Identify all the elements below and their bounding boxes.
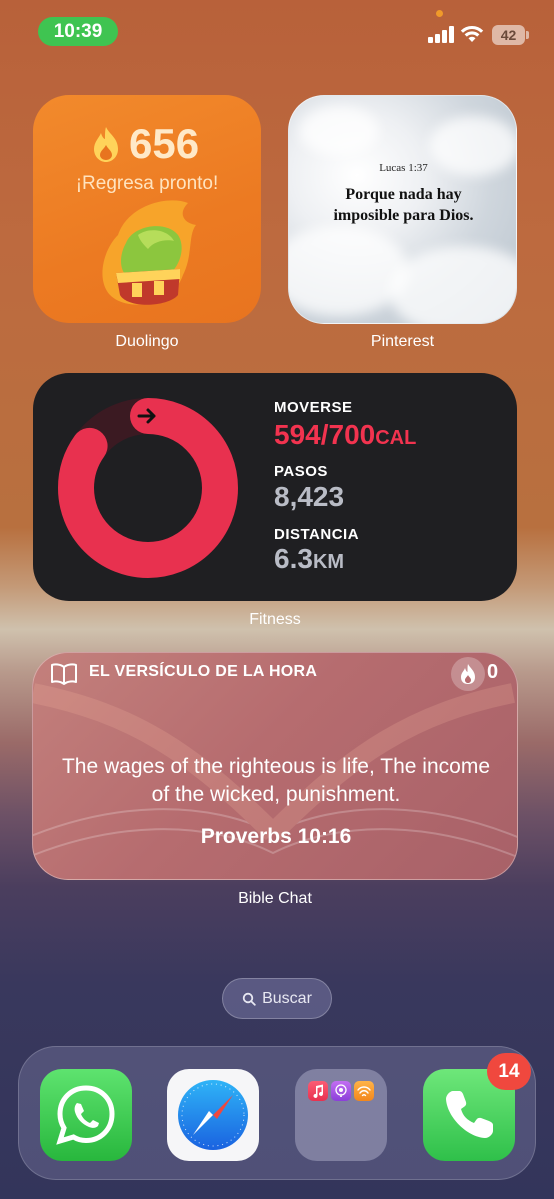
duolingo-widget[interactable]: 656 ¡Regresa pronto! xyxy=(33,95,261,323)
podcasts-app-mini-icon xyxy=(331,1081,351,1101)
wifi-icon xyxy=(460,25,484,42)
app-folder[interactable] xyxy=(295,1069,387,1161)
podcast-icon xyxy=(335,1084,347,1097)
bible-verse-text: The wages of the righteous is life, The … xyxy=(61,755,490,806)
move-ring xyxy=(58,398,238,578)
pinterest-quote: Porque nada hay imposible para Dios. xyxy=(309,184,498,226)
bible-streak-count: 0 xyxy=(487,661,499,683)
duolingo-character-icon xyxy=(102,200,196,305)
move-amount: 594/700 xyxy=(274,419,376,450)
search-icon xyxy=(242,992,256,1006)
audible-app-mini-icon xyxy=(354,1081,374,1101)
move-ring-progress xyxy=(58,398,238,578)
pinterest-widget[interactable]: Lucas 1:37 Porque nada hay imposible par… xyxy=(288,95,517,324)
pinterest-quote-line2: imposible para Dios. xyxy=(333,207,474,224)
distance-value: 6.3KM xyxy=(274,543,344,575)
flame-icon xyxy=(461,664,475,684)
distance-amount: 6.3 xyxy=(274,543,313,574)
search-label: Buscar xyxy=(262,989,312,1007)
distance-unit: KM xyxy=(312,551,345,573)
cellular-signal-icon xyxy=(428,26,455,43)
fitness-label: Fitness xyxy=(249,611,301,628)
spotlight-search-button[interactable]: Buscar xyxy=(222,978,332,1019)
duolingo-streak-count: 656 xyxy=(129,120,200,167)
whatsapp-app-icon[interactable] xyxy=(40,1069,132,1161)
steps-label: PASOS xyxy=(274,463,328,480)
bible-streak-badge xyxy=(451,657,485,691)
safari-app-icon[interactable] xyxy=(167,1069,259,1161)
battery-indicator: 42 xyxy=(492,25,525,45)
steps-value: 8,423 xyxy=(274,481,345,512)
phone-notification-badge: 14 xyxy=(487,1053,531,1090)
bible-chat-widget[interactable]: EL VERSÍCULO DE LA HORA 0 The wages of t… xyxy=(32,652,518,880)
move-unit: CAL xyxy=(375,427,417,449)
pinterest-label: Pinterest xyxy=(370,333,435,350)
open-book-icon xyxy=(51,663,77,685)
pinterest-quote-line1: Porque nada hay xyxy=(345,186,462,203)
audible-icon xyxy=(357,1086,371,1097)
bible-chat-label: Bible Chat xyxy=(238,890,312,907)
music-note-icon xyxy=(313,1084,323,1098)
safari-compass-icon xyxy=(178,1080,248,1150)
move-label: MOVERSE xyxy=(274,399,353,416)
bible-widget-title: EL VERSÍCULO DE LA HORA xyxy=(89,663,318,680)
phone-handset-icon xyxy=(446,1091,493,1138)
privacy-indicator-dot xyxy=(436,10,443,17)
whatsapp-icon xyxy=(56,1085,115,1145)
streak-flame-icon xyxy=(94,127,118,162)
duolingo-label: Duolingo xyxy=(115,333,179,350)
battery-tip xyxy=(526,31,529,39)
music-app-mini-icon xyxy=(308,1081,328,1101)
pinterest-verse-reference: Lucas 1:37 xyxy=(379,162,428,174)
distance-label: DISTANCIA xyxy=(274,526,360,543)
bible-verse-reference: Proverbs 10:16 xyxy=(200,825,352,848)
fitness-widget[interactable]: MOVERSE 594/700CAL PASOS 8,423 DISTANCIA… xyxy=(33,373,517,601)
move-value: 594/700CAL xyxy=(274,419,416,451)
duolingo-subtitle: ¡Regresa pronto! xyxy=(75,173,219,194)
status-time: 10:39 xyxy=(38,17,118,46)
